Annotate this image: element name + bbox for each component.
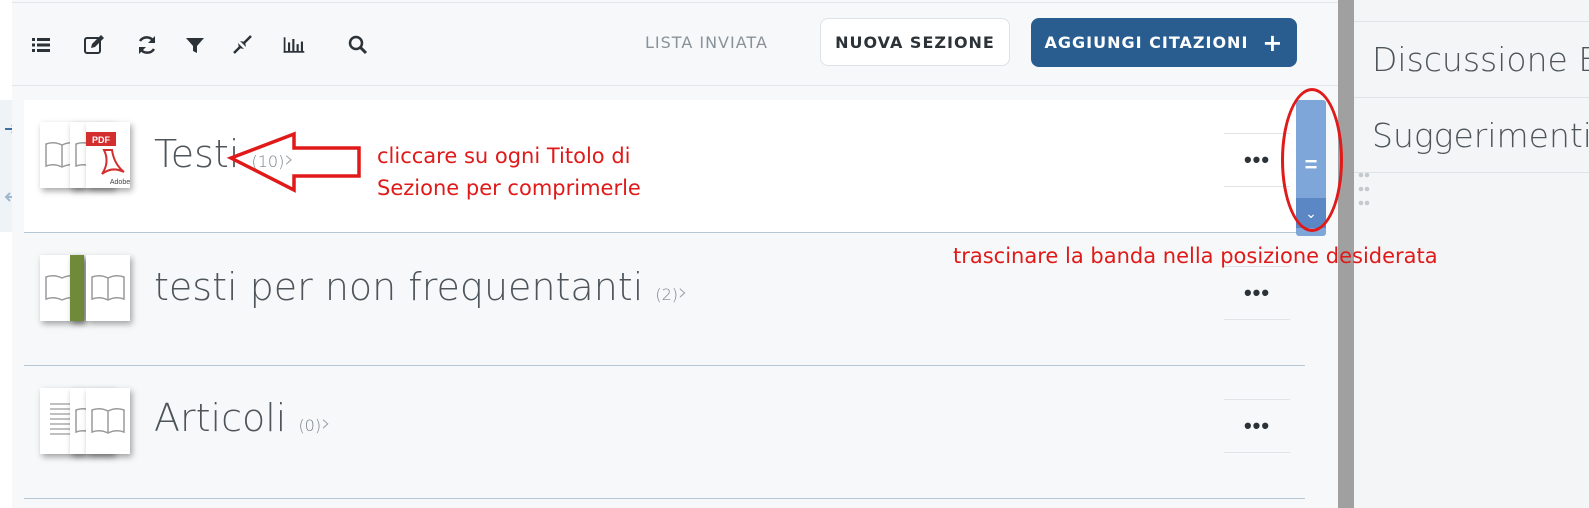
search-icon[interactable] [346, 33, 370, 57]
annotation-arrow-icon [226, 131, 361, 193]
annotation-drag-band: trascinare la banda nella posizione desi… [953, 244, 1438, 268]
aggiungi-citazioni-label: AGGIUNGI CITAZIONI [1044, 33, 1249, 52]
chevron-right-icon: › [321, 409, 331, 437]
section-articoli: Articoli (0)› ••• [24, 366, 1305, 499]
filter-icon[interactable] [183, 33, 207, 57]
pdf-icon: PDF Adobe [86, 122, 130, 188]
annotation-click-title: cliccare su ogni Titolo di Sezione per c… [377, 144, 641, 200]
book-spine-icon [70, 255, 84, 321]
section-thumbnails: PDF Adobe [40, 122, 134, 190]
chart-icon[interactable] [282, 33, 310, 57]
section-thumbnails [40, 388, 134, 456]
right-panel-item-suggerimenti[interactable]: Suggerimenti [1354, 97, 1589, 173]
aggiungi-citazioni-button[interactable]: AGGIUNGI CITAZIONI + [1031, 18, 1297, 67]
chevron-right-icon: › [678, 278, 688, 306]
refresh-icon[interactable] [135, 33, 159, 57]
section-title-text: testi per non frequentanti [154, 265, 644, 309]
section-count: (0) [298, 416, 322, 435]
edit-icon[interactable] [82, 33, 106, 57]
more-options-button[interactable]: ••• [1224, 399, 1290, 453]
svg-text:PDF: PDF [92, 135, 111, 145]
section-title[interactable]: Articoli (0)› [154, 396, 331, 440]
nuova-sezione-button[interactable]: NUOVA SEZIONE [820, 18, 1010, 66]
svg-text:Adobe: Adobe [110, 179, 130, 186]
section-thumbnails [40, 255, 134, 323]
plus-icon: + [1262, 28, 1284, 57]
more-options-button[interactable]: ••• [1224, 266, 1290, 320]
annotation-ellipse [1281, 88, 1343, 232]
book-icon [86, 388, 130, 454]
collapse-icon[interactable] [230, 33, 254, 57]
list-icon[interactable] [29, 33, 53, 57]
nuova-sezione-label: NUOVA SEZIONE [835, 32, 995, 52]
right-panel-item-discussione[interactable]: Discussione B [1354, 21, 1589, 97]
section-title-text: Articoli [154, 396, 287, 440]
lista-inviata-button[interactable]: LISTA INVIATA [645, 33, 768, 52]
resize-grip-icon[interactable] [1358, 172, 1370, 206]
section-count: (2) [655, 285, 679, 304]
section-title[interactable]: testi per non frequentanti (2)› [154, 265, 688, 309]
book-icon [86, 255, 130, 321]
